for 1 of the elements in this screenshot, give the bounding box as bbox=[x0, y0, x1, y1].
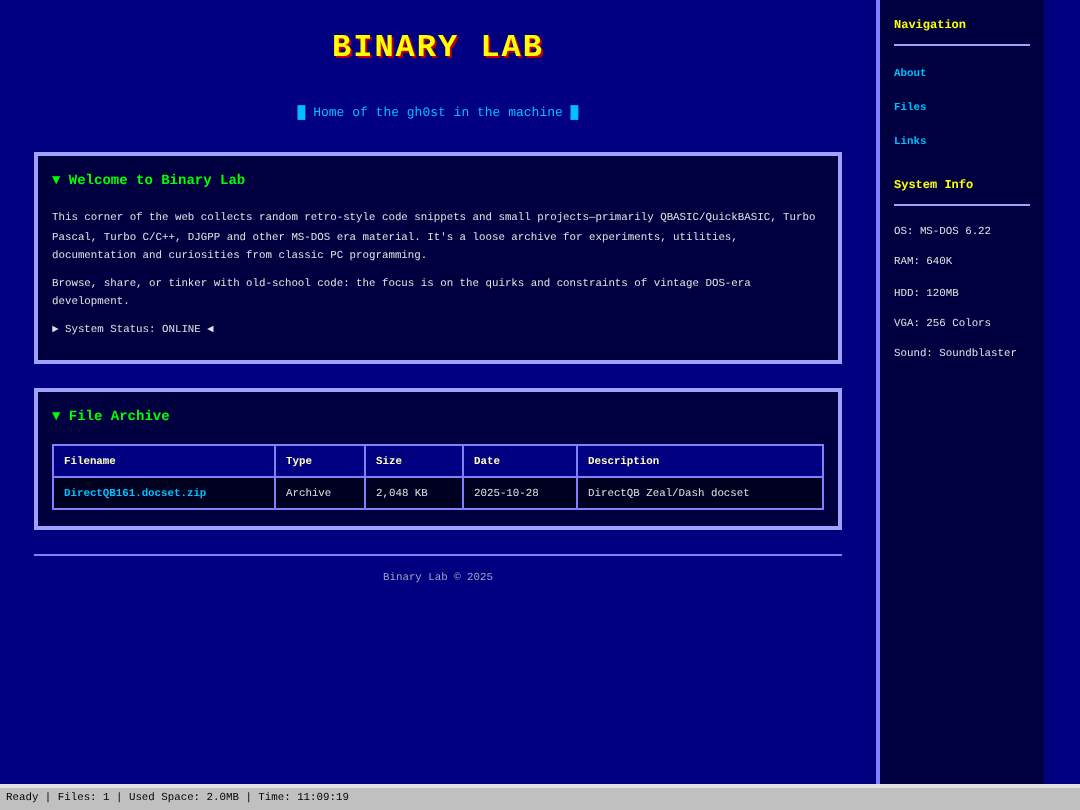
site-title: BINARY LAB bbox=[331, 28, 544, 70]
